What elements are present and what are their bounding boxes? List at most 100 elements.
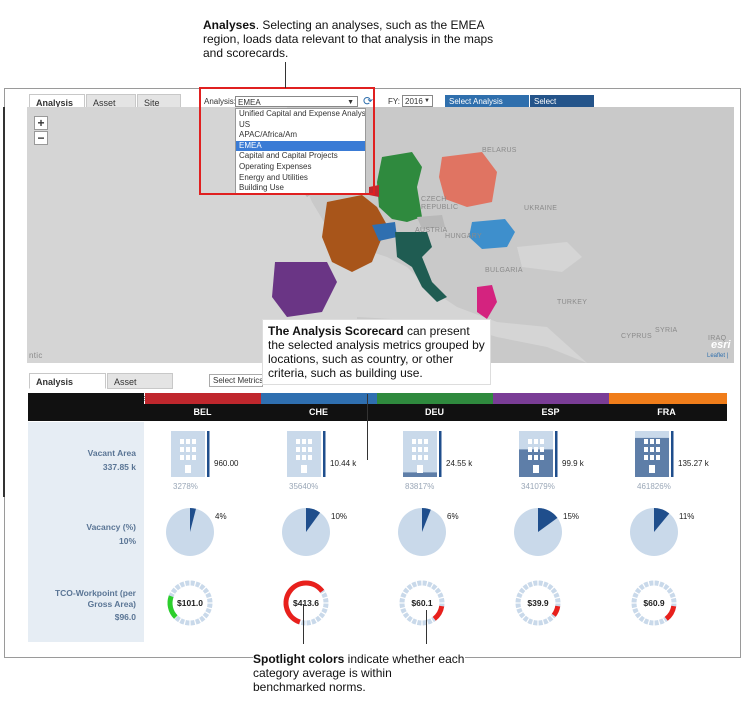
tco-avg: $96.0 [114, 612, 136, 622]
gauge-segment [411, 618, 418, 625]
gauge-segment [654, 580, 660, 586]
vacancy-pie [282, 508, 330, 556]
building-window [540, 455, 544, 460]
vacant-area-cell: 99.9 k 341079% [493, 422, 608, 500]
vacancy-cell: 10% [261, 500, 376, 574]
vacant-area-avg: 337.85 k [102, 462, 136, 472]
spotlight-line-che [303, 604, 304, 644]
building-window [302, 447, 306, 452]
gauge-segment [310, 618, 317, 625]
vacancy-value: 11% [679, 512, 695, 521]
tco-cell: $101.0 [145, 574, 260, 642]
tco-cell: $60.1 [377, 574, 492, 642]
building-window [528, 455, 532, 460]
building-window [412, 439, 416, 444]
building-window [540, 439, 544, 444]
tab-asset-scorecard[interactable]: Asset Scorecard [107, 373, 173, 403]
gauge-segment [170, 587, 178, 594]
gauge-segment [437, 592, 444, 599]
tco-value: $39.9 [527, 598, 549, 608]
gauge-segment [179, 581, 186, 588]
column-header-che: CHE [308, 407, 328, 417]
vacant-area-label: Vacant Area [87, 448, 136, 458]
vacant-area-cell: 10.44 k 35640% [261, 422, 376, 500]
gauge-segment [638, 583, 645, 591]
building-window [644, 439, 648, 444]
vacant-area-cell: 24.55 k 83817% [377, 422, 492, 500]
tco-cell: $413.6 [261, 574, 376, 642]
tco-value: $60.1 [411, 598, 433, 608]
building-window [540, 447, 544, 452]
gauge-segment [199, 583, 206, 591]
spotlight-line-deu [426, 610, 427, 644]
gauge-segment [306, 620, 312, 626]
map-label-ukraine: UKRAINE [524, 205, 558, 212]
gauge-segment [663, 583, 670, 591]
tco-value: $413.6 [293, 598, 319, 608]
gauge-segment [527, 618, 534, 625]
vacancy-cell: 15% [493, 500, 608, 574]
vacancy-label: Vacancy (%) [86, 522, 136, 532]
zoom-in-button[interactable]: + [34, 116, 48, 130]
vacant-area-percent: 83817% [405, 482, 435, 491]
gauge-segment [643, 618, 650, 625]
gauge-spotlight [432, 605, 445, 621]
building-window [296, 439, 300, 444]
vacant-bar [207, 431, 210, 477]
gauge-spotlight [664, 605, 677, 621]
building-window [308, 447, 312, 452]
map-label-hungary: HUNGARY [445, 233, 482, 240]
tco-cell: $60.9 [609, 574, 724, 642]
building-window [424, 455, 428, 460]
gauge-segment [522, 615, 529, 623]
building-window [534, 439, 538, 444]
building-window [296, 455, 300, 460]
building-window [308, 455, 312, 460]
vacant-bar [439, 431, 442, 477]
tab-analysis-scorecard[interactable]: Analysis Scorecard [29, 373, 106, 403]
chevron-down-icon: ▼ [424, 98, 430, 104]
gauge-segment [666, 587, 674, 594]
esri-logo: esri [711, 339, 731, 351]
building-door [533, 465, 539, 473]
tco-value: $60.9 [643, 598, 665, 608]
fy-select[interactable]: 2016 ▼ [402, 95, 433, 107]
gauge-segment [434, 587, 442, 594]
building-window [528, 447, 532, 452]
zoom-out-button[interactable]: − [34, 131, 48, 145]
column-header-bel: BEL [193, 407, 212, 417]
building-door [649, 465, 655, 473]
vacancy-pie [398, 508, 446, 556]
select-metrics-dropdown[interactable]: Select Metrics [209, 374, 263, 387]
map-label-turkey: TURKEY [557, 299, 588, 306]
building-window [650, 439, 654, 444]
vacant-area-value: 99.9 k [562, 459, 584, 468]
gauge-segment [553, 592, 560, 599]
fy-select-value: 2016 [405, 97, 423, 106]
gauge-segment [406, 615, 413, 623]
gauge-segment [518, 612, 526, 619]
vacant-area-value: 135.27 k [678, 459, 709, 468]
vacant-bar [323, 431, 326, 477]
building-window [528, 439, 532, 444]
gauge-segment [416, 580, 422, 586]
gauge-segment [527, 581, 534, 588]
country-esp [272, 262, 337, 317]
vacant-area-percent: 35640% [289, 482, 319, 491]
leaflet-link[interactable]: Leaflet | [707, 353, 728, 359]
building-window [180, 447, 184, 452]
building-window [412, 447, 416, 452]
building-window [418, 455, 422, 460]
gauge-segment [202, 612, 210, 619]
gauge-segment [205, 592, 212, 599]
map-label-belarus: BELARUS [482, 147, 517, 154]
vacancy-pie [166, 508, 214, 556]
analyses-highlight-box [199, 87, 375, 195]
gauge-segment [643, 581, 650, 588]
analyses-callout-line [285, 62, 286, 88]
vacancy-pie [514, 508, 562, 556]
gauge-segment [315, 615, 322, 623]
gauge-segment [400, 592, 407, 599]
vacant-area-value: 10.44 k [330, 459, 357, 468]
building-window [424, 439, 428, 444]
